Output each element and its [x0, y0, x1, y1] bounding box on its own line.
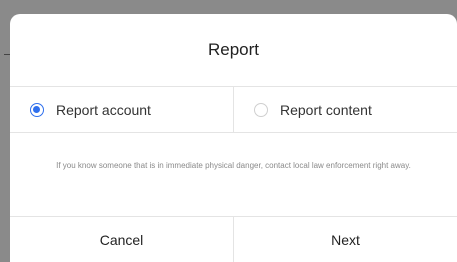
dialog-footer: Cancel Next [10, 217, 457, 262]
dialog-title: Report [207, 40, 260, 59]
option-report-account[interactable]: Report account [10, 87, 233, 132]
option-label: Report content [280, 101, 372, 118]
safety-notice: If you know someone that is in immediate… [56, 161, 411, 170]
option-report-content[interactable]: Report content [233, 87, 457, 132]
report-dialog: Report Report account Report content If … [10, 14, 457, 262]
next-button[interactable]: Next [233, 217, 457, 262]
cancel-button[interactable]: Cancel [10, 217, 233, 262]
radio-selected-icon[interactable] [30, 102, 44, 117]
option-label: Report account [56, 101, 151, 118]
report-type-options: Report account Report content [10, 87, 457, 132]
options-divider [10, 132, 457, 133]
radio-unselected-icon[interactable] [254, 102, 268, 117]
